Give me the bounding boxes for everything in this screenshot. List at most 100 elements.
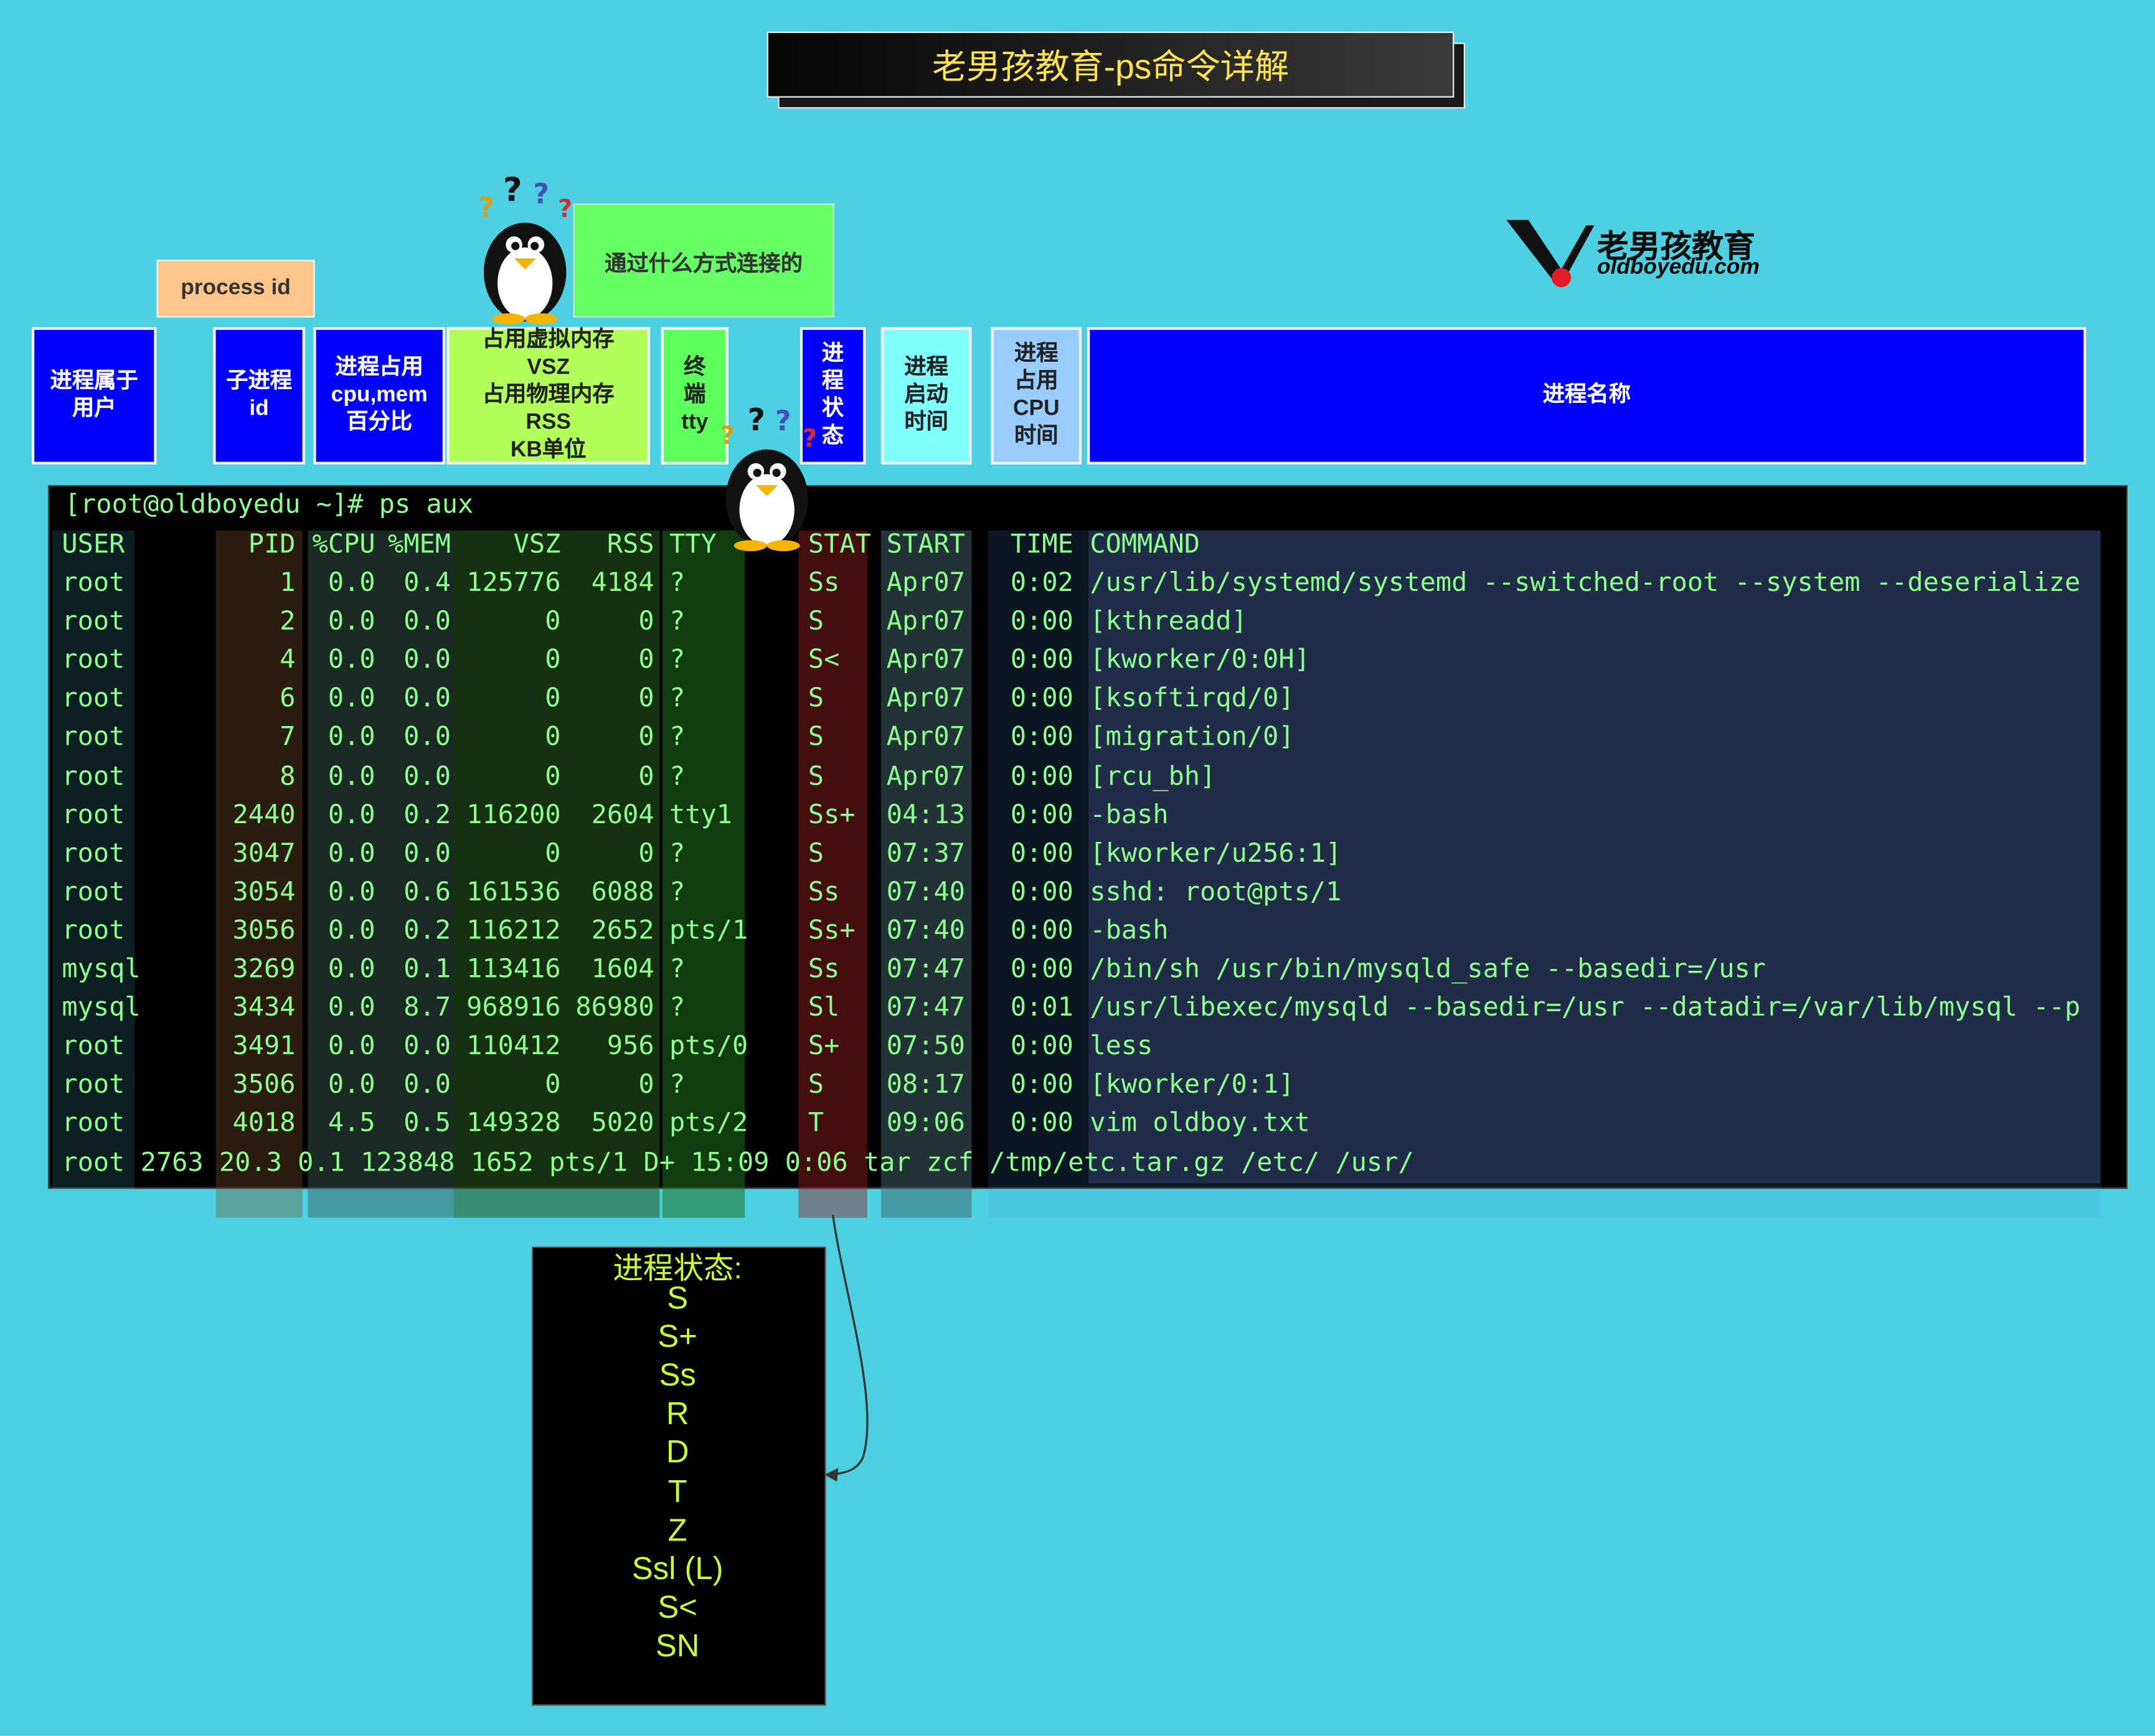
col-header-time: TIME	[1010, 529, 1073, 560]
cell-rss: 4184	[591, 567, 654, 598]
cell-rss: 0	[638, 760, 654, 791]
process-id-note[interactable]: process id	[156, 260, 315, 318]
cell-vsz: 0	[545, 837, 561, 869]
cell-rss: 0	[638, 722, 654, 753]
cell-stat: S	[808, 683, 824, 714]
cell-user: root	[62, 760, 125, 791]
header-pid[interactable]: 子进程 id	[213, 327, 306, 465]
cell-tty: ?	[669, 837, 686, 869]
cell-start: Apr07	[886, 644, 965, 676]
cell-vsz: 968916	[466, 992, 561, 1023]
col-header-pid: PID	[248, 529, 296, 560]
header-vsz-rss[interactable]: 占用虚拟内存 VSZ 占用物理内存 RSS KB单位	[446, 327, 651, 465]
cell-start: 04:13	[886, 799, 965, 830]
col-header-mem: %MEM	[387, 529, 451, 560]
cell-user: root	[62, 683, 125, 714]
mindmap-canvas: 老男孩教育-ps命令详解 老男孩教育 oldboyedu.com process…	[0, 0, 2155, 1736]
cell-cpu: 0.0	[328, 644, 375, 676]
cell-cpu: 0.0	[328, 567, 375, 598]
status-item: Ssl (L)	[631, 1550, 724, 1586]
cell-pid: 7	[280, 722, 296, 753]
header-command[interactable]: 进程名称	[1087, 327, 2087, 465]
header-start[interactable]: 进程 启动 时间	[880, 327, 972, 465]
cell-cpu: 0.0	[328, 722, 375, 753]
cell-time: 0:00	[1010, 837, 1073, 869]
cell-tty: pts/0	[669, 1031, 748, 1062]
status-item: SN	[655, 1627, 700, 1663]
cell-rss: 2652	[591, 915, 654, 946]
cell-tty: ?	[669, 722, 686, 753]
cell-command: /bin/sh /usr/bin/mysqld_safe --basedir=/…	[1090, 953, 1766, 984]
header-user[interactable]: 进程属于 用户	[31, 327, 157, 465]
cell-stat: S	[808, 722, 824, 753]
cell-command: sshd: root@pts/1	[1090, 876, 1342, 907]
svg-text:?: ?	[503, 173, 522, 209]
cell-pid: 3434	[232, 992, 296, 1023]
svg-text:?: ?	[558, 195, 572, 224]
cell-command: [kworker/0:1]	[1090, 1069, 1294, 1100]
cell-pid: 3056	[232, 915, 296, 946]
cell-command: [rcu_bh]	[1090, 760, 1216, 791]
cell-vsz: 0	[545, 606, 561, 637]
cell-stat: Ss	[808, 953, 840, 984]
cell-pid: 1	[280, 567, 296, 598]
cell-pid: 4018	[232, 1108, 296, 1139]
cell-tty: pts/2	[669, 1108, 748, 1139]
cell-mem: 0.2	[403, 915, 451, 946]
cell-mem: 0.1	[403, 953, 451, 984]
cell-cpu: 0.0	[328, 606, 375, 637]
cell-tty: ?	[669, 760, 686, 791]
cell-user: root	[62, 1069, 125, 1100]
page-title[interactable]: 老男孩教育-ps命令详解	[766, 31, 1455, 98]
cell-mem: 0.0	[403, 760, 451, 791]
cell-vsz: 0	[545, 644, 561, 676]
cell-user: root	[62, 1031, 125, 1062]
cell-command: [migration/0]	[1090, 722, 1294, 753]
col-header-command: COMMAND	[1090, 529, 1200, 560]
cell-pid: 8	[280, 760, 296, 791]
cell-cpu: 0.0	[328, 837, 375, 869]
header-time[interactable]: 进程 占用 CPU 时间	[991, 327, 1082, 465]
cell-mem: 0.0	[403, 606, 451, 637]
cell-start: 07:40	[886, 876, 965, 907]
cell-rss: 956	[606, 1031, 654, 1062]
logo-url: oldboyedu.com	[1596, 255, 1760, 280]
cell-rss: 1604	[591, 953, 654, 984]
cell-rss: 0	[638, 837, 654, 869]
svg-text:?: ?	[478, 192, 494, 224]
cell-user: root	[62, 915, 125, 946]
status-item: R	[666, 1395, 689, 1432]
cell-rss: 0	[638, 1069, 654, 1100]
cell-tty: ?	[669, 567, 686, 598]
cell-tty: pts/1	[669, 915, 748, 946]
cell-stat: S	[808, 837, 824, 869]
cell-start: Apr07	[886, 760, 965, 791]
cell-start: 08:17	[886, 1069, 965, 1100]
cell-mem: 0.6	[403, 876, 451, 907]
cell-tty: ?	[669, 953, 686, 984]
svg-text:?: ?	[720, 422, 735, 450]
cell-user: root	[62, 722, 125, 753]
cell-vsz: 161536	[466, 876, 561, 907]
cell-pid: 3506	[232, 1069, 296, 1100]
cell-command: [kworker/0:0H]	[1090, 644, 1310, 676]
status-item: Z	[667, 1511, 687, 1547]
cell-pid: 3491	[232, 1031, 296, 1062]
cell-tty: ?	[669, 606, 686, 637]
cell-vsz: 0	[545, 760, 561, 791]
cell-stat: S	[808, 760, 824, 791]
cell-stat: S+	[808, 1031, 840, 1062]
cell-command: /usr/libexec/mysqld --basedir=/usr --dat…	[1090, 992, 2081, 1023]
tty-note[interactable]: 通过什么方式连接的	[573, 203, 834, 318]
cell-stat: S	[808, 1069, 824, 1100]
cell-pid: 3054	[232, 876, 296, 907]
cell-user: mysql	[62, 953, 141, 984]
status-item: S<	[658, 1588, 697, 1625]
header-cpu-mem[interactable]: 进程占用 cpu,mem 百分比	[313, 327, 446, 465]
cell-user: root	[62, 1108, 125, 1139]
cell-user: root	[62, 837, 125, 869]
cell-tty: ?	[669, 1069, 686, 1100]
svg-text:?: ?	[803, 424, 817, 453]
cell-user: root	[62, 644, 125, 676]
cell-start: 07:40	[886, 915, 965, 946]
